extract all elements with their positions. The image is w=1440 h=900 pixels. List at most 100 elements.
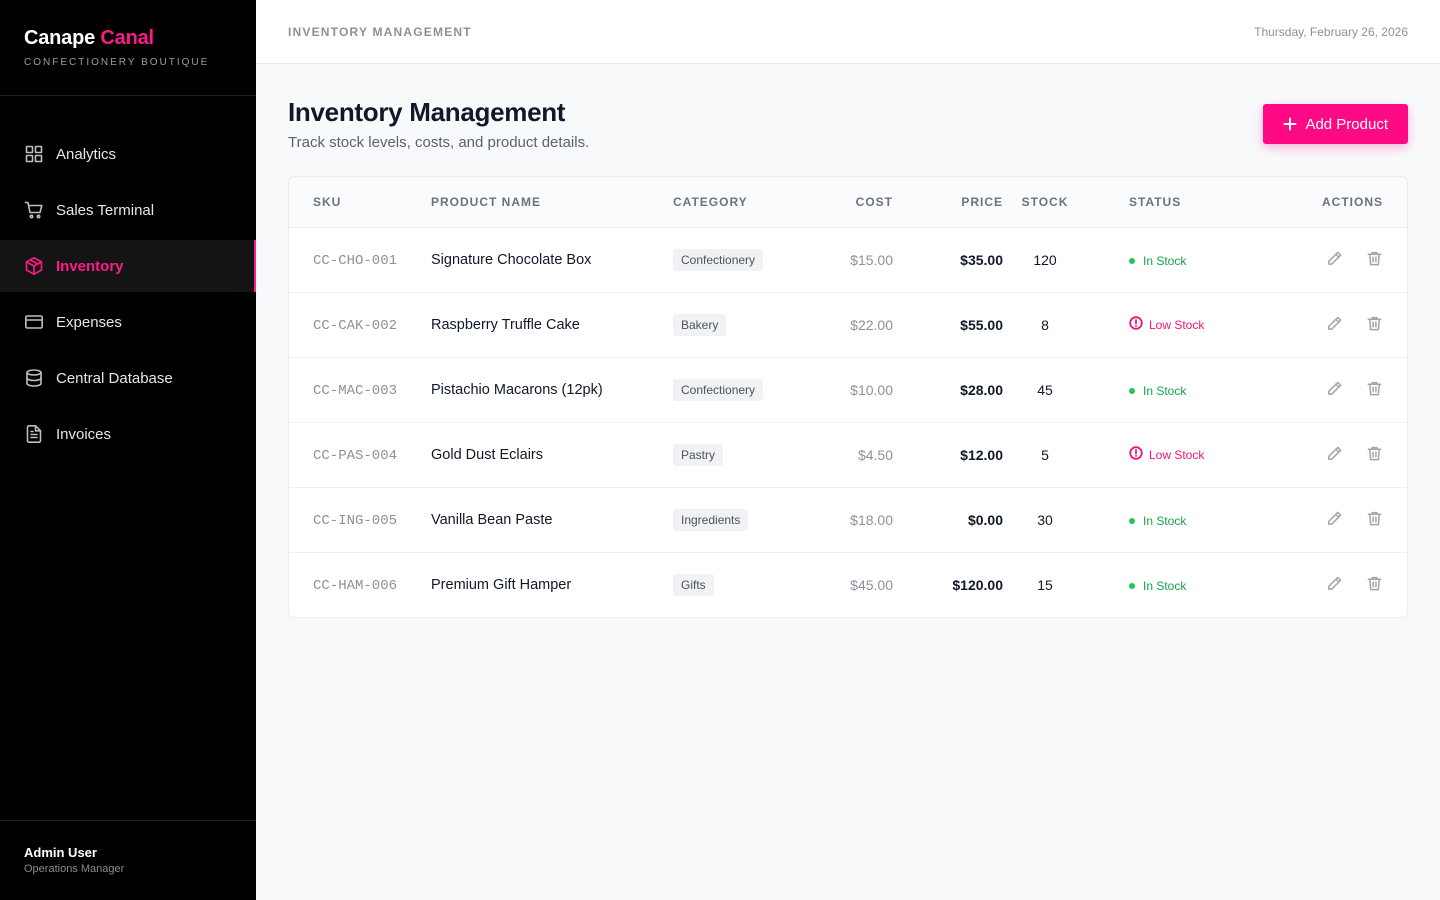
- page-title: Inventory Management: [288, 97, 566, 127]
- delete-button[interactable]: [1365, 509, 1383, 527]
- product-name-cell: Premium Gift Hamper: [431, 577, 572, 594]
- sku-cell: CC-PAS-004: [313, 447, 398, 464]
- stock-cell: 15: [1037, 576, 1053, 593]
- topbar-date: Thursday, February 26, 2026: [1254, 24, 1408, 39]
- alert-circle-icon: [1129, 446, 1143, 463]
- trash-icon: [1367, 446, 1381, 461]
- price-cell: $28.00: [960, 381, 1003, 398]
- sidebar-item-central-database[interactable]: Central Database: [0, 352, 256, 404]
- row-actions: [1325, 249, 1383, 267]
- product-name-cell: Gold Dust Eclairs: [431, 447, 544, 463]
- pencil-icon: [1327, 316, 1341, 330]
- delete-button[interactable]: [1365, 379, 1383, 397]
- status-badge: In Stock: [1129, 384, 1186, 398]
- sidebar-item-label: Central Database: [56, 369, 173, 387]
- topbar: INVENTORY MANAGEMENT Thursday, February …: [256, 0, 1440, 64]
- table-row[interactable]: CC-HAM-006 Premium Gift Hamper Gifts $45…: [289, 552, 1407, 617]
- status-dot-icon: [1129, 388, 1135, 394]
- user-profile[interactable]: Admin User Operations Manager: [0, 820, 256, 900]
- trash-icon: [1367, 316, 1381, 331]
- column-header-sku[interactable]: SKU: [289, 177, 431, 227]
- price-cell: $35.00: [960, 251, 1003, 268]
- sidebar-nav: Analytics Sales Terminal Inventory Expen…: [0, 128, 256, 464]
- table-body: CC-CHO-001 Signature Chocolate Box Confe…: [289, 227, 1407, 617]
- price-cell: $55.00: [960, 316, 1003, 333]
- column-header-status[interactable]: STATUS: [1077, 177, 1257, 227]
- stock-cell: 45: [1037, 381, 1053, 398]
- brand-subtitle: CONFECTIONERY BOUTIQUE: [24, 57, 210, 68]
- package-icon: [24, 256, 44, 276]
- add-product-button[interactable]: Add Product: [1263, 104, 1408, 144]
- table-row[interactable]: CC-MAC-003 Pistachio Macarons (12pk) Con…: [289, 357, 1407, 422]
- sidebar-item-label: Sales Terminal: [56, 201, 155, 219]
- brand-logo-text[interactable]: Canape Canal: [24, 26, 232, 50]
- sidebar-item-analytics[interactable]: Analytics: [0, 128, 256, 180]
- trash-icon: [1367, 251, 1381, 266]
- status-dot-icon: [1129, 518, 1135, 524]
- sidebar-item-label: Inventory: [56, 257, 124, 275]
- table-row[interactable]: CC-PAS-004 Gold Dust Eclairs Pastry $4.5…: [289, 422, 1407, 487]
- edit-button[interactable]: [1325, 509, 1343, 527]
- sidebar-item-sales-terminal[interactable]: Sales Terminal: [0, 184, 256, 236]
- table-row[interactable]: CC-CHO-001 Signature Chocolate Box Confe…: [289, 227, 1407, 292]
- column-header-price[interactable]: PRICE: [893, 177, 1003, 227]
- sidebar-item-expenses[interactable]: Expenses: [0, 296, 256, 348]
- row-actions: [1325, 509, 1383, 527]
- product-name-cell: Signature Chocolate Box: [431, 252, 592, 268]
- sidebar: Canape Canal CONFECTIONERY BOUTIQUE Anal…: [0, 0, 256, 900]
- category-badge: Confectionery: [673, 378, 764, 401]
- pencil-icon: [1327, 381, 1341, 395]
- user-name: Admin User: [24, 845, 97, 860]
- brand-name-accent: Canal: [100, 27, 154, 49]
- product-name-cell: Pistachio Macarons (12pk): [431, 382, 603, 398]
- grid-icon: [24, 144, 44, 164]
- sku-cell: CC-ING-005: [313, 512, 398, 529]
- brand: Canape Canal CONFECTIONERY BOUTIQUE: [0, 0, 256, 96]
- delete-button[interactable]: [1365, 575, 1383, 593]
- plus-icon: [1283, 117, 1297, 131]
- edit-button[interactable]: [1325, 249, 1343, 267]
- cost-cell: $4.50: [857, 446, 893, 463]
- stock-cell: 5: [1041, 446, 1049, 463]
- status-badge: In Stock: [1129, 254, 1186, 268]
- edit-button[interactable]: [1325, 575, 1343, 593]
- row-actions: [1325, 314, 1383, 332]
- sidebar-item-label: Analytics: [56, 145, 117, 163]
- delete-button[interactable]: [1365, 314, 1383, 332]
- delete-button[interactable]: [1365, 249, 1383, 267]
- sidebar-item-inventory[interactable]: Inventory: [0, 240, 256, 292]
- trash-icon: [1367, 576, 1381, 591]
- status-label: In Stock: [1143, 514, 1187, 528]
- page-header: Inventory Management Track stock levels,…: [288, 96, 1408, 176]
- sidebar-item-label: Expenses: [56, 313, 122, 331]
- edit-button[interactable]: [1325, 314, 1343, 332]
- column-header-product-name[interactable]: PRODUCT NAME: [431, 177, 673, 227]
- status-dot-icon: [1129, 258, 1135, 264]
- cost-cell: $45.00: [850, 576, 893, 593]
- status-badge: Low Stock: [1129, 316, 1204, 333]
- status-label: In Stock: [1143, 254, 1187, 268]
- column-header-cost[interactable]: COST: [803, 177, 893, 227]
- table-row[interactable]: CC-ING-005 Vanilla Bean Paste Ingredient…: [289, 487, 1407, 552]
- status-label: Low Stock: [1149, 447, 1205, 462]
- price-cell: $120.00: [952, 576, 1003, 593]
- cart-icon: [24, 200, 44, 220]
- user-role: Operations Manager: [24, 863, 125, 875]
- table-row[interactable]: CC-CAK-002 Raspberry Truffle Cake Bakery…: [289, 292, 1407, 357]
- status-dot-icon: [1129, 583, 1135, 590]
- sidebar-item-invoices[interactable]: Invoices: [0, 408, 256, 460]
- status-label: In Stock: [1143, 579, 1187, 594]
- credit-card-icon: [24, 312, 44, 332]
- delete-button[interactable]: [1365, 444, 1383, 462]
- edit-button[interactable]: [1325, 444, 1343, 462]
- brand-name-main: Canape: [24, 27, 96, 49]
- column-header-stock[interactable]: STOCK: [1003, 177, 1077, 227]
- stock-cell: 8: [1041, 316, 1049, 333]
- row-actions: [1325, 379, 1383, 397]
- column-header-category[interactable]: CATEGORY: [673, 177, 803, 227]
- edit-button[interactable]: [1325, 379, 1343, 397]
- row-actions: [1325, 444, 1383, 462]
- product-name-cell: Vanilla Bean Paste: [431, 512, 553, 528]
- sku-cell: CC-MAC-003: [313, 382, 398, 399]
- status-badge: Low Stock: [1129, 446, 1204, 463]
